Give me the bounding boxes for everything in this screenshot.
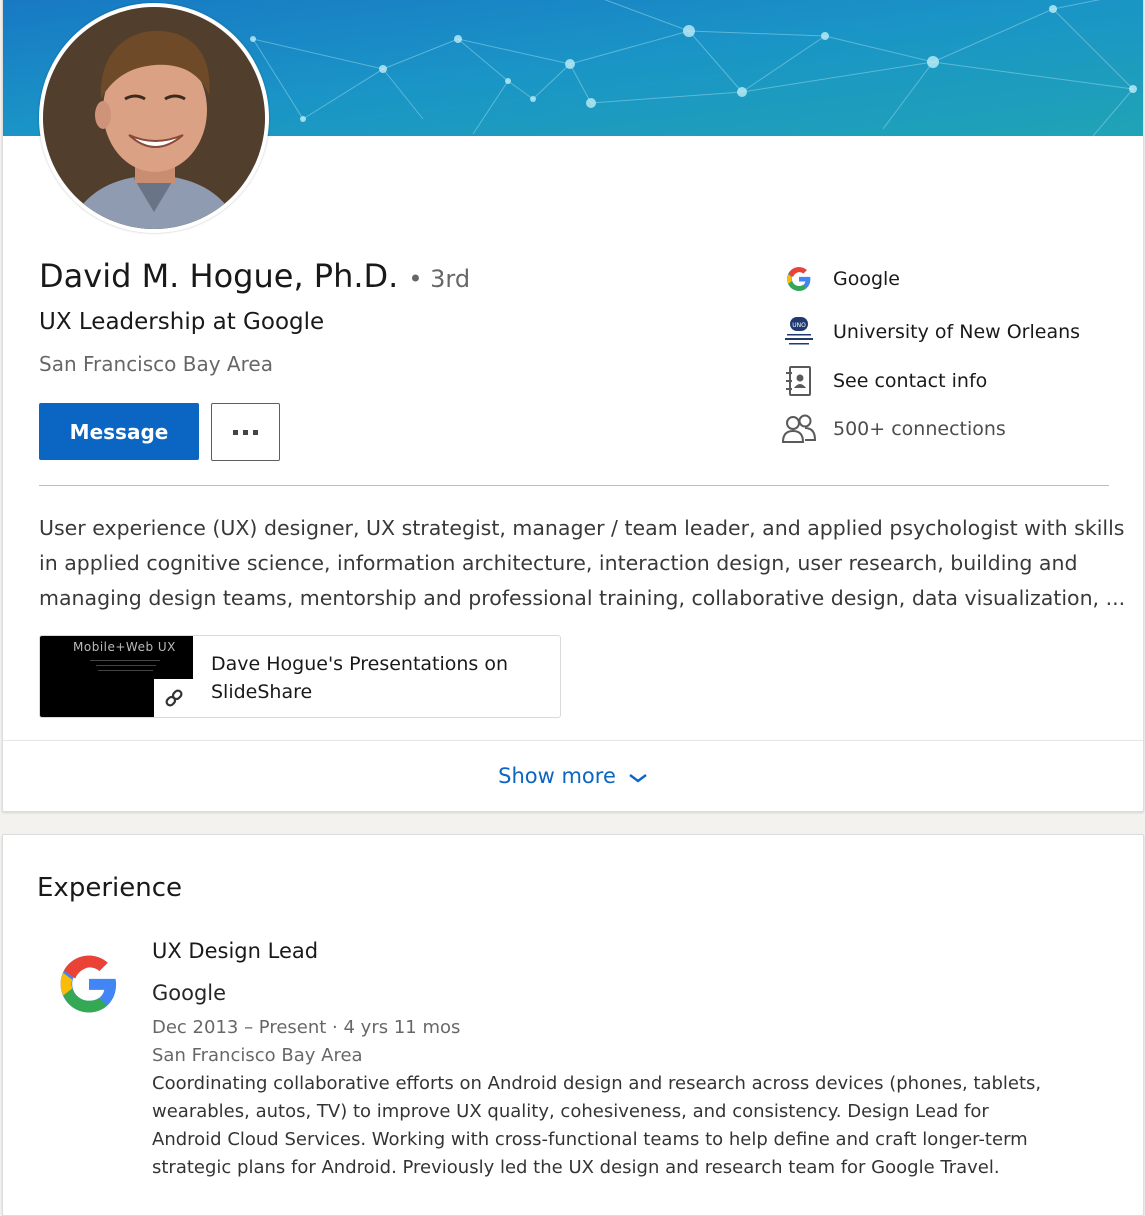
connections-label: 500+ connections	[833, 418, 1006, 440]
job-company: Google	[152, 981, 227, 1005]
education-link[interactable]: UNO University of New Orleans	[779, 312, 1080, 352]
link-icon	[154, 679, 193, 717]
chevron-down-icon	[629, 774, 647, 783]
profile-summary: User experience (UX) designer, UX strate…	[39, 511, 1126, 616]
job-description: Coordinating collaborative efforts on An…	[152, 1070, 1052, 1182]
education-label: University of New Orleans	[833, 321, 1081, 343]
current-company-label: Google	[833, 268, 901, 290]
google-logo-icon	[779, 259, 819, 299]
show-more-label: Show more	[498, 764, 616, 788]
google-logo-icon[interactable]	[58, 953, 120, 1019]
profile-name: David M. Hogue, Ph.D.	[39, 257, 399, 295]
connection-degree: • 3rd	[408, 265, 471, 293]
more-actions-button[interactable]	[211, 403, 280, 461]
avatar	[43, 7, 265, 229]
message-button[interactable]: Message	[39, 403, 199, 460]
job-title[interactable]: UX Design Lead	[152, 939, 318, 963]
contact-info-link[interactable]: See contact info	[779, 361, 987, 401]
current-company-link[interactable]: Google	[779, 259, 900, 299]
profile-name-line: David M. Hogue, Ph.D. • 3rd	[39, 257, 470, 295]
description-line: Android Cloud Services. Working with cro…	[152, 1129, 1028, 1150]
summary-line: in applied cognitive science, informatio…	[39, 551, 1078, 575]
job-location: San Francisco Bay Area	[152, 1045, 363, 1066]
description-line: Coordinating collaborative efforts on An…	[152, 1073, 1042, 1094]
show-more-button[interactable]: Show more	[3, 741, 1143, 811]
thumbnail-title: Mobile+Web UX	[73, 640, 176, 654]
profile-location: San Francisco Bay Area	[39, 352, 273, 376]
summary-line: User experience (UX) designer, UX strate…	[39, 516, 1125, 540]
contact-info-label: See contact info	[833, 370, 988, 392]
connections-icon	[779, 409, 819, 449]
ellipsis-icon	[233, 429, 258, 435]
description-line: strategic plans for Android. Previously …	[152, 1157, 1000, 1178]
profile-card: David M. Hogue, Ph.D. • 3rd UX Leadership…	[2, 0, 1144, 812]
summary-line: managing design teams, mentorship and pr…	[39, 586, 1126, 610]
media-thumbnail: Mobile+Web UX	[40, 636, 193, 717]
contact-book-icon	[779, 361, 819, 401]
media-title: Dave Hogue's Presentations on SlideShare	[211, 653, 509, 703]
profile-photo[interactable]	[39, 3, 269, 233]
university-logo-icon: UNO	[779, 312, 819, 352]
experience-heading: Experience	[37, 873, 182, 903]
description-line: wearables, autos, TV) to improve UX qual…	[152, 1101, 989, 1122]
profile-headline: UX Leadership at Google	[39, 309, 325, 335]
experience-card: Experience UX Design Lead Google Dec 201…	[2, 834, 1144, 1216]
svg-text:UNO: UNO	[792, 322, 806, 329]
slideshare-media-card[interactable]: Mobile+Web UX Dave Hogue's Presentations…	[39, 635, 561, 718]
job-dates: Dec 2013 – Present · 4 yrs 11 mos	[152, 1017, 461, 1038]
connections-link[interactable]: 500+ connections	[779, 409, 1006, 449]
section-divider	[39, 485, 1109, 486]
